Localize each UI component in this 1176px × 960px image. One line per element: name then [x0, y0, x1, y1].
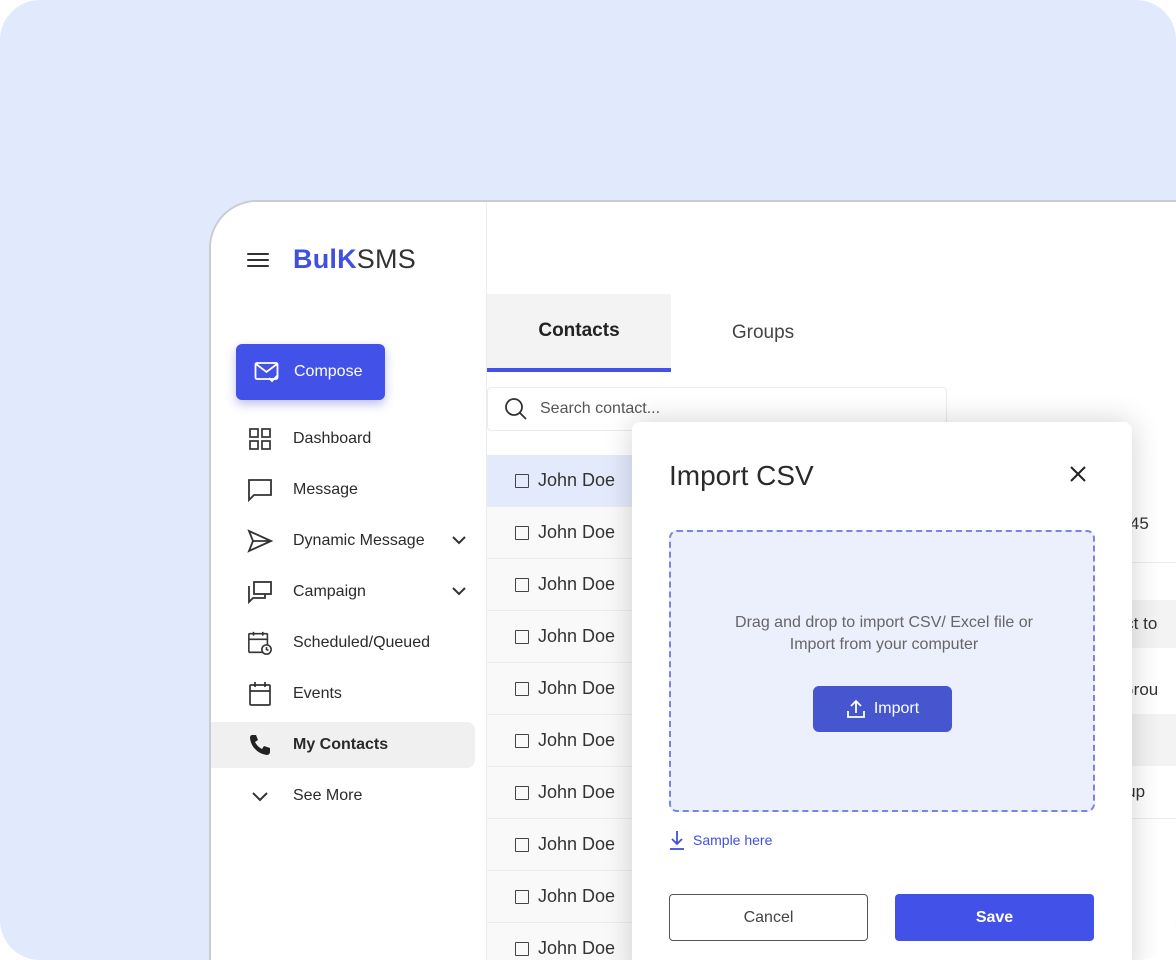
dropzone-line1: Drag and drop to import CSV/ Excel file … [735, 614, 1033, 631]
import-label: Import [873, 700, 920, 717]
sidebar-item-label: Message [293, 481, 358, 498]
chevron-down-icon [247, 783, 273, 809]
contact-name: John Doe [538, 782, 616, 802]
sidebar-item-campaign[interactable]: Campaign [211, 569, 487, 615]
row-checkbox[interactable] [515, 785, 529, 800]
sidebar-item-label: Dashboard [293, 430, 372, 447]
row-checkbox[interactable] [515, 681, 529, 696]
search-input[interactable] [540, 400, 900, 418]
search-icon [505, 398, 527, 420]
modal-title: Import CSV [669, 460, 814, 491]
tab-contacts[interactable]: Contacts [487, 294, 671, 372]
sidebar-item-label: Campaign [293, 583, 366, 600]
dropzone-text: Drag and drop to import CSV/ Excel file … [671, 612, 1097, 656]
hamburger-menu-icon[interactable] [247, 250, 271, 270]
row-checkbox[interactable] [515, 577, 529, 592]
sidebar-item-events[interactable]: Events [211, 671, 487, 717]
sidebar-item-label: Events [293, 685, 342, 702]
brand-logo: BulKSMS [293, 244, 416, 275]
contact-name: John Doe [538, 522, 616, 542]
tabs-bar: Contacts Groups [487, 294, 987, 372]
sidebar-item-label: See More [293, 787, 363, 804]
calendar-icon [247, 681, 273, 707]
sample-label: Sample here [693, 832, 773, 848]
import-csv-modal: Import CSV Drag and drop to import CSV/ … [632, 422, 1132, 960]
contact-name: John Doe [538, 470, 616, 490]
file-dropzone[interactable]: Drag and drop to import CSV/ Excel file … [669, 530, 1095, 812]
sample-download-link[interactable]: Sample here [669, 830, 772, 850]
campaign-icon [247, 579, 273, 605]
sidebar-item-see-more[interactable]: See More [211, 773, 487, 819]
sidebar: BulKSMS Compose Dashboard Message Dynami… [211, 202, 487, 960]
upload-icon [846, 699, 865, 718]
row-checkbox[interactable] [515, 837, 529, 852]
contact-name: John Doe [538, 886, 616, 906]
chevron-down-icon[interactable] [451, 532, 467, 548]
contact-name: John Doe [538, 574, 616, 594]
close-icon[interactable] [1068, 464, 1088, 484]
brand-rest: SMS [356, 244, 416, 274]
sidebar-item-scheduled[interactable]: Scheduled/Queued [211, 620, 487, 666]
sidebar-item-message[interactable]: Message [211, 467, 487, 513]
row-checkbox[interactable] [515, 889, 529, 904]
contact-name: John Doe [538, 938, 616, 958]
download-icon [670, 831, 684, 850]
row-checkbox[interactable] [515, 629, 529, 644]
dropzone-line2: Import from your computer [789, 636, 979, 653]
brand-strong: BulK [293, 244, 357, 274]
row-checkbox[interactable] [515, 941, 529, 956]
save-button[interactable]: Save [895, 894, 1094, 941]
row-checkbox[interactable] [515, 525, 529, 540]
compose-button[interactable]: Compose [236, 344, 385, 400]
import-button[interactable]: Import [813, 686, 952, 732]
chevron-down-icon[interactable] [451, 583, 467, 599]
tab-groups[interactable]: Groups [671, 294, 855, 372]
contact-name: John Doe [538, 834, 616, 854]
row-checkbox[interactable] [515, 733, 529, 748]
cancel-button[interactable]: Cancel [669, 894, 868, 941]
sidebar-item-label: Dynamic Message [293, 532, 425, 549]
calendar-clock-icon [247, 630, 273, 656]
contact-name: John Doe [538, 678, 616, 698]
send-icon [247, 528, 273, 554]
sidebar-item-dynamic-message[interactable]: Dynamic Message [211, 518, 487, 564]
sidebar-nav: Dashboard Message Dynamic Message Campai… [211, 416, 487, 824]
chat-bubble-icon [247, 477, 273, 503]
contact-name: John Doe [538, 626, 616, 646]
sidebar-item-my-contacts[interactable]: My Contacts [211, 722, 475, 768]
dashboard-grid-icon [247, 426, 273, 452]
mail-check-icon [254, 362, 279, 383]
row-checkbox[interactable] [515, 473, 529, 488]
sidebar-item-dashboard[interactable]: Dashboard [211, 416, 487, 462]
compose-label: Compose [294, 363, 363, 380]
sidebar-item-label: My Contacts [293, 736, 389, 753]
contact-name: John Doe [538, 730, 616, 750]
background-panel: BulKSMS Compose Dashboard Message Dynami… [0, 0, 1176, 960]
sidebar-item-label: Scheduled/Queued [293, 634, 430, 651]
phone-icon [247, 732, 273, 758]
